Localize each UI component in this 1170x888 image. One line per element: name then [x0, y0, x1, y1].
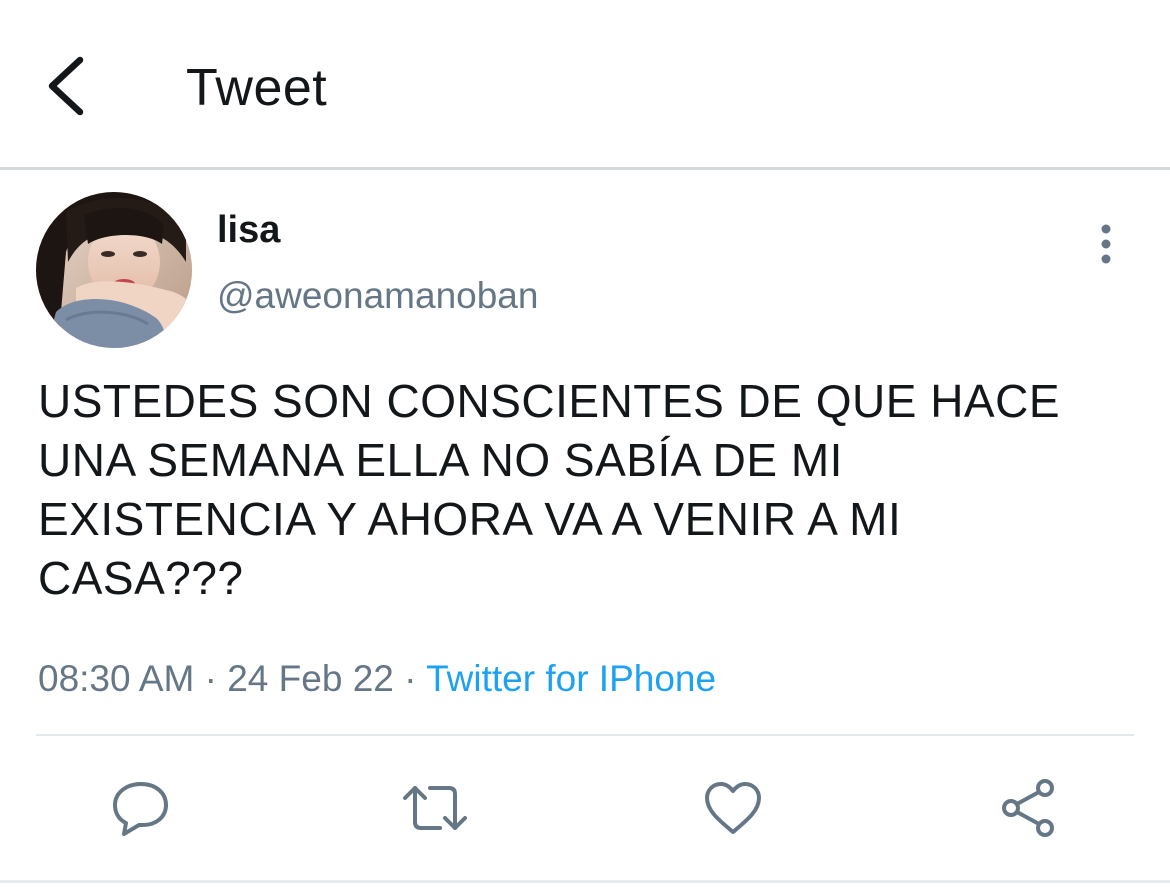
profile-photo [36, 192, 192, 348]
back-button[interactable] [36, 50, 96, 120]
top-bar: Tweet [0, 0, 1170, 167]
author-handle[interactable]: @aweonamanoban [217, 272, 538, 320]
reply-icon [113, 782, 168, 836]
tweet-detail-screen: Tweet lisa @aweonamanoban USTEDES SON CO… [0, 0, 1170, 888]
vertical-dots-icon [1101, 224, 1111, 264]
tweet-meta: 08:30 AM · 24 Feb 22 · Twitter for IPhon… [38, 655, 716, 703]
share-button[interactable] [996, 776, 1066, 840]
author-display-name[interactable]: lisa [217, 206, 280, 254]
avatar[interactable] [36, 192, 192, 348]
chevron-left-icon [48, 56, 84, 116]
header-divider [0, 167, 1170, 170]
meta-separator: · [404, 658, 417, 699]
reply-button[interactable] [106, 776, 176, 840]
retweet-button[interactable] [400, 776, 470, 840]
more-options-button[interactable] [1086, 220, 1126, 268]
bottom-divider [0, 880, 1170, 883]
actions-divider [36, 734, 1134, 736]
tweet-time: 08:30 AM [38, 658, 195, 699]
meta-separator: · [204, 658, 217, 699]
share-icon [1002, 779, 1054, 837]
tweet-text: USTEDES SON CONSCIENTES DE QUE HACE UNA … [38, 375, 1060, 604]
page-title: Tweet [186, 59, 328, 117]
like-icon [705, 782, 761, 834]
retweet-icon [403, 786, 467, 830]
tweet-source-link[interactable]: Twitter for IPhone [426, 658, 716, 699]
like-button[interactable] [698, 776, 768, 840]
tweet-date: 24 Feb 22 [227, 658, 394, 699]
